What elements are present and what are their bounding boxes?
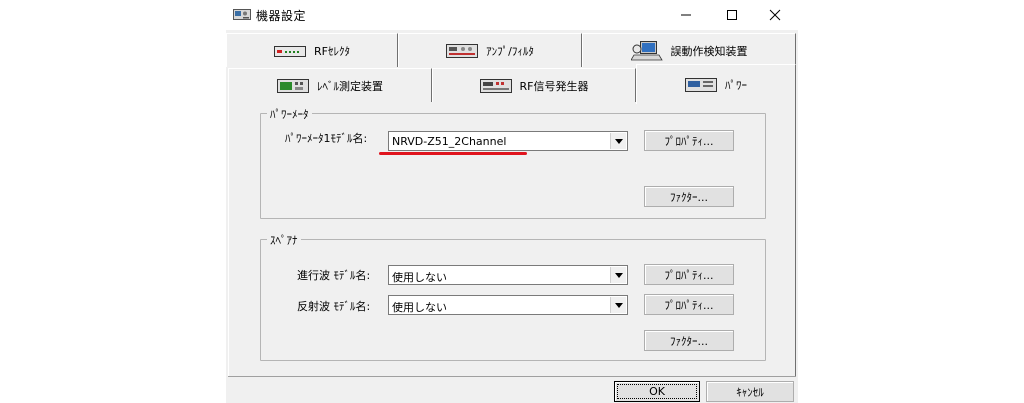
dropdown-arrow[interactable] bbox=[610, 133, 626, 149]
forward-wave-model-select[interactable]: 使用しない bbox=[388, 265, 628, 285]
power-meter-factor-button[interactable]: ﾌｧｸﾀｰ... bbox=[644, 186, 734, 207]
chevron-down-icon bbox=[614, 302, 623, 308]
dropdown-arrow[interactable] bbox=[610, 297, 626, 313]
reflected-wave-property-button[interactable]: ﾌﾟﾛﾊﾟﾃｨ... bbox=[644, 294, 734, 315]
chevron-down-icon bbox=[614, 138, 623, 144]
reflected-wave-model-label: 反射波 ﾓﾃﾞﾙ名: bbox=[297, 300, 371, 313]
minimize-button[interactable] bbox=[663, 0, 709, 30]
amp-filter-device-icon bbox=[446, 43, 479, 58]
power-meter-model-select[interactable]: NRVD-Z51_2Channel bbox=[388, 131, 628, 151]
power-meter-device-icon bbox=[685, 77, 717, 92]
footer-bar: OK ｷｬﾝｾﾙ bbox=[228, 376, 796, 403]
cancel-button[interactable]: ｷｬﾝｾﾙ bbox=[706, 381, 794, 402]
tab-power[interactable]: ﾊﾟﾜｰ bbox=[636, 64, 796, 104]
dialog-body: RFｾﾚｸﾀ ｱﾝﾌﾟ/ﾌｨﾙﾀ 誤動作検知装置 ﾚﾍﾞﾙ測定装置 RF信号発生… bbox=[226, 30, 798, 403]
group-title: ｽﾍﾟｱﾅ bbox=[267, 232, 301, 248]
title-bar: 機器設定 bbox=[226, 0, 798, 30]
close-icon bbox=[769, 9, 781, 21]
maximize-button[interactable] bbox=[709, 0, 755, 30]
rf-selector-device-icon bbox=[274, 45, 306, 57]
forward-wave-property-button[interactable]: ﾌﾟﾛﾊﾟﾃｨ... bbox=[644, 264, 734, 285]
close-button[interactable] bbox=[752, 0, 798, 30]
tab-label: RFｾﾚｸﾀ bbox=[314, 44, 350, 58]
maximize-icon bbox=[727, 10, 737, 20]
minimize-icon bbox=[681, 14, 691, 16]
forward-wave-model-label: 進行波 ﾓﾃﾞﾙ名: bbox=[297, 269, 371, 282]
group-title: ﾊﾟﾜｰﾒｰﾀ bbox=[267, 106, 312, 122]
reflected-wave-model-select[interactable]: 使用しない bbox=[388, 295, 628, 315]
spectrum-analyzer-group: ｽﾍﾟｱﾅ 進行波 ﾓﾃﾞﾙ名: 使用しない ﾌﾟﾛﾊﾟﾃｨ... 反射波 ﾓﾃ… bbox=[260, 232, 766, 361]
spectrum-factor-button[interactable]: ﾌｧｸﾀｰ... bbox=[644, 330, 734, 351]
power-meter-model-label: ﾊﾟﾜｰﾒｰﾀ1ﾓﾃﾞﾙ名: bbox=[285, 132, 368, 145]
tab-page-power: ﾊﾟﾜｰﾒｰﾀ ﾊﾟﾜｰﾒｰﾀ1ﾓﾃﾞﾙ名: NRVD-Z51_2Channel… bbox=[228, 102, 796, 378]
power-meter-property-button[interactable]: ﾌﾟﾛﾊﾟﾃｨ... bbox=[644, 130, 734, 151]
power-meter-group: ﾊﾟﾜｰﾒｰﾀ ﾊﾟﾜｰﾒｰﾀ1ﾓﾃﾞﾙ名: NRVD-Z51_2Channel… bbox=[260, 106, 766, 219]
select-value: 使用しない bbox=[392, 271, 447, 284]
select-value: 使用しない bbox=[392, 301, 447, 314]
tab-label: ﾚﾍﾞﾙ測定装置 bbox=[317, 79, 383, 93]
dropdown-arrow[interactable] bbox=[610, 267, 626, 283]
select-value: NRVD-Z51_2Channel bbox=[392, 135, 507, 148]
level-meter-device-icon bbox=[277, 78, 309, 93]
tab-label: RF信号発生器 bbox=[519, 79, 589, 93]
settings-dialog: 機器設定 RFｾﾚｸﾀ ｱﾝﾌﾟ/ﾌｨﾙﾀ 誤動作検知装置 ﾚﾍﾞﾙ測定装置 R… bbox=[226, 0, 798, 403]
window-title: 機器設定 bbox=[256, 9, 307, 23]
tab-signal-generator[interactable]: RF信号発生器 bbox=[432, 68, 636, 102]
tab-label: ﾊﾟﾜｰ bbox=[725, 78, 747, 92]
signal-generator-device-icon bbox=[479, 78, 512, 93]
highlight-underline bbox=[379, 152, 527, 155]
tab-amp-filter[interactable]: ｱﾝﾌﾟ/ﾌｨﾙﾀ bbox=[398, 33, 582, 67]
tab-label: 誤動作検知装置 bbox=[670, 44, 748, 58]
chevron-down-icon bbox=[614, 272, 623, 278]
malfunction-detector-computer-icon bbox=[630, 40, 663, 60]
ok-button[interactable]: OK bbox=[614, 381, 700, 402]
app-icon bbox=[233, 9, 251, 20]
tab-label: ｱﾝﾌﾟ/ﾌｨﾙﾀ bbox=[486, 44, 534, 58]
tab-level-meter[interactable]: ﾚﾍﾞﾙ測定装置 bbox=[228, 68, 432, 102]
tab-malfunction-detector[interactable]: 誤動作検知装置 bbox=[582, 33, 796, 67]
tab-rf-selector[interactable]: RFｾﾚｸﾀ bbox=[226, 33, 398, 67]
